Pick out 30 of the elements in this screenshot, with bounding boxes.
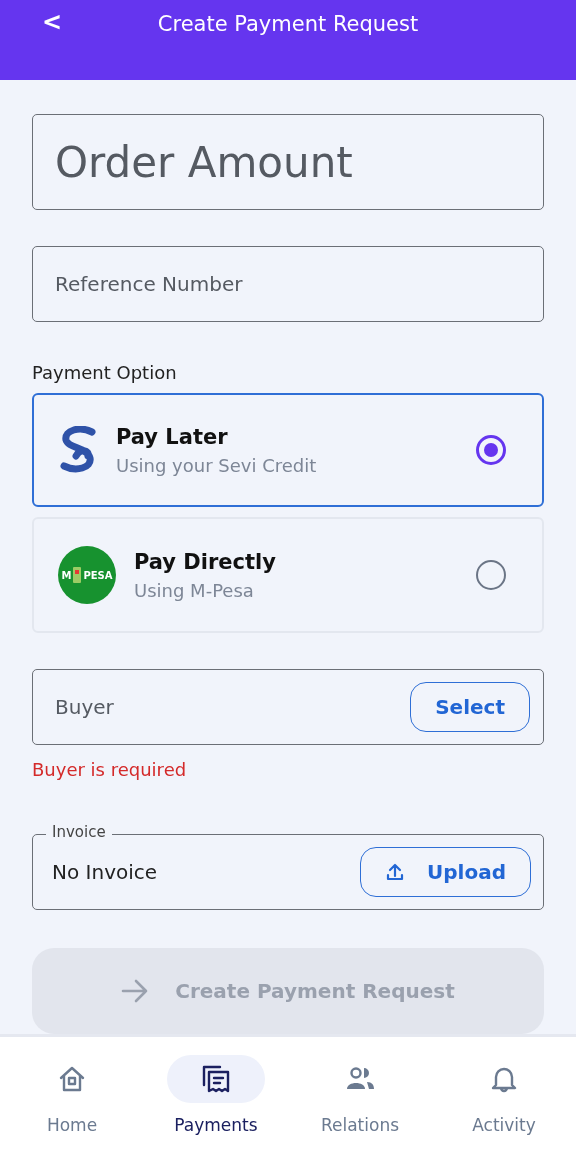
nav-tab[interactable]: Payments — [144, 1037, 288, 1150]
logo-text: PESA — [83, 569, 113, 581]
section-label: Payment Option — [32, 362, 178, 384]
option-title: Pay Later — [116, 424, 229, 449]
buyer-placeholder: Buyer — [55, 695, 114, 720]
arrow-right-icon — [121, 979, 150, 1004]
order-amount-field[interactable]: Order Amount — [32, 114, 544, 211]
back-button[interactable]: < — [38, 8, 67, 36]
option-subtitle: Using M-Pesa — [134, 579, 255, 601]
sevi-logo-icon — [58, 426, 98, 475]
radio-button[interactable] — [476, 560, 506, 591]
nav-tab[interactable]: Activity — [432, 1037, 576, 1150]
select-button[interactable]: Select — [410, 682, 530, 733]
invoice-field[interactable]: Invoice No Invoice Upload — [32, 823, 544, 911]
error-message: Buyer is required — [32, 759, 188, 781]
payment-option-card[interactable]: M PESA Pay Directly Using M-Pesa — [32, 517, 544, 634]
upload-icon — [385, 862, 406, 883]
logo-text: M — [61, 569, 72, 581]
upload-button[interactable]: Upload — [360, 847, 531, 898]
radio-button[interactable] — [476, 435, 506, 466]
option-title: Pay Directly — [134, 549, 277, 574]
nav-tab[interactable]: Relations — [288, 1037, 432, 1150]
buyer-field[interactable]: Buyer Select — [32, 669, 544, 746]
payment-option-card[interactable]: Pay Later Using your Sevi Credit — [32, 393, 544, 508]
option-subtitle: Using your Sevi Credit — [116, 454, 318, 476]
reference-number-field[interactable]: Reference Number — [32, 246, 544, 323]
invoice-value: No Invoice — [52, 860, 158, 885]
phone-icon — [73, 567, 82, 584]
page-title: Create Payment Request — [157, 12, 419, 36]
nav-tab[interactable]: Home — [0, 1037, 144, 1150]
